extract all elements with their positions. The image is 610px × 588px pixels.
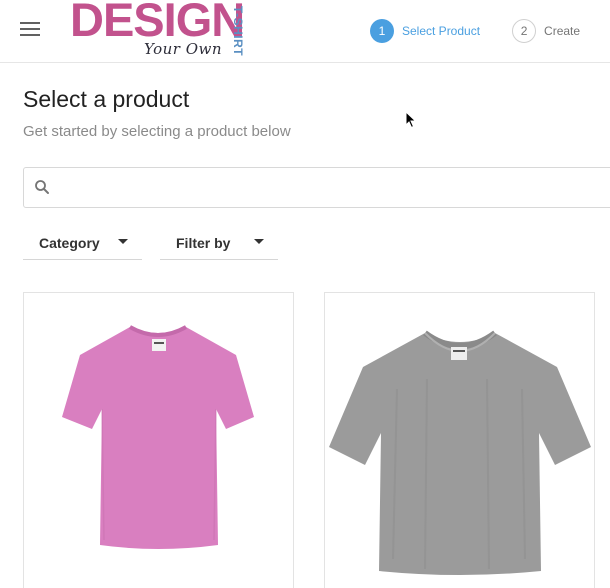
search-input[interactable] xyxy=(60,176,600,200)
product-card[interactable] xyxy=(324,292,595,588)
filter-by-dropdown-label: Filter by xyxy=(176,235,231,251)
filter-by-dropdown[interactable]: Filter by xyxy=(160,226,278,260)
page-title: Select a product xyxy=(23,86,190,112)
logo-sub-text: Your Own xyxy=(144,40,223,58)
page-subtitle: Get started by selecting a product below xyxy=(23,123,291,140)
step-select-product[interactable]: 1 Select Product xyxy=(370,19,480,43)
mouse-cursor-icon xyxy=(405,111,417,129)
step-label: Create xyxy=(544,24,581,38)
menu-icon[interactable] xyxy=(20,22,42,40)
step-create[interactable]: 2 Create xyxy=(512,19,580,43)
step-number: 1 xyxy=(370,19,394,43)
search-box[interactable] xyxy=(23,167,610,208)
caret-down-icon xyxy=(118,239,128,244)
category-dropdown[interactable]: Category xyxy=(23,226,142,260)
stepper: 1 Select Product 2 Create xyxy=(370,19,580,43)
step-number: 2 xyxy=(512,19,537,43)
category-dropdown-label: Category xyxy=(39,235,100,251)
logo[interactable]: DESIGN Your Own T-SHIRT xyxy=(70,0,250,60)
product-card[interactable] xyxy=(23,292,294,588)
caret-down-icon xyxy=(254,239,264,244)
step-label: Select Product xyxy=(402,24,481,38)
logo-side-text-wrap: T-SHIRT xyxy=(230,4,246,58)
tshirt-pink-icon xyxy=(62,325,254,549)
tshirt-gray-icon xyxy=(329,330,591,575)
app-header: DESIGN Your Own T-SHIRT 1 Select Product… xyxy=(0,0,610,63)
logo-side-text: T-SHIRT xyxy=(231,5,245,57)
logo-main-text: DESIGN xyxy=(70,0,245,46)
search-icon[interactable] xyxy=(33,178,51,196)
